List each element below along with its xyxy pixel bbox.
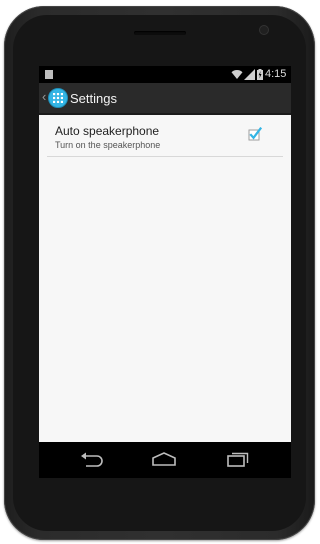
app-grid-icon[interactable]	[48, 88, 68, 108]
navigation-bar	[39, 442, 291, 478]
action-bar: ‹ Settings	[39, 83, 291, 115]
status-bar: 4:15	[39, 66, 291, 83]
screen: 4:15 ‹ Settings Auto speakerphone Turn o…	[39, 66, 291, 478]
notification-icon	[45, 70, 53, 79]
status-time: 4:15	[265, 68, 287, 80]
home-icon[interactable]	[150, 450, 178, 470]
auto-speakerphone-checkbox[interactable]	[248, 127, 262, 141]
action-bar-title: Settings	[70, 91, 117, 106]
settings-list: Auto speakerphone Turn on the speakerpho…	[39, 115, 291, 442]
back-icon[interactable]	[77, 450, 105, 470]
earpiece-speaker	[134, 31, 186, 35]
phone-frame: 4:15 ‹ Settings Auto speakerphone Turn o…	[4, 6, 315, 540]
recents-icon[interactable]	[224, 450, 252, 470]
pref-title: Auto speakerphone	[55, 124, 160, 138]
battery-charging-icon	[257, 69, 263, 80]
signal-icon	[244, 69, 255, 80]
pref-summary: Turn on the speakerphone	[55, 140, 161, 150]
pref-auto-speakerphone[interactable]: Auto speakerphone Turn on the speakerpho…	[39, 115, 291, 157]
divider	[47, 156, 283, 157]
wifi-icon	[231, 70, 243, 79]
front-camera	[260, 26, 268, 34]
